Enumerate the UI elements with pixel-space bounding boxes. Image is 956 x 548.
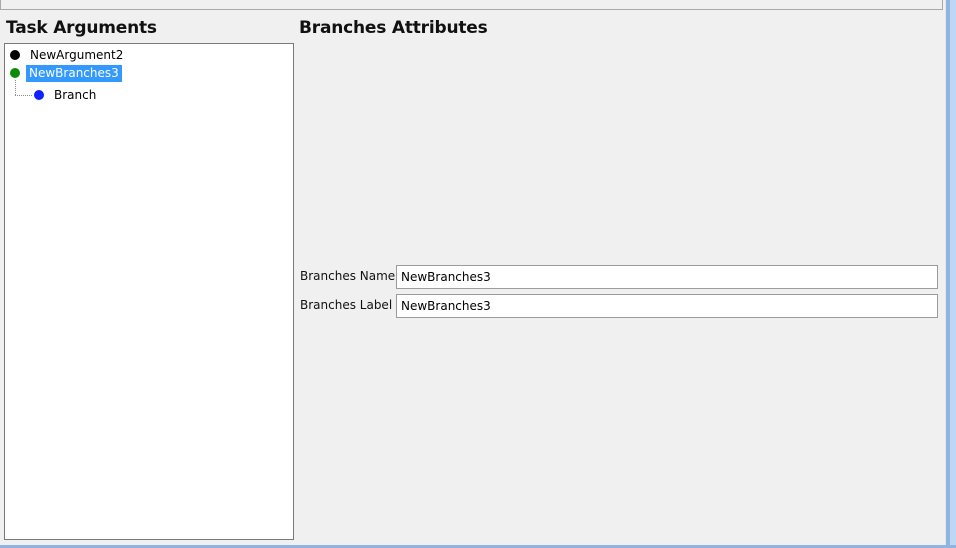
branches-name-label: Branches Name (300, 269, 396, 283)
top-separator (0, 0, 943, 10)
branches-attributes-window: Task Arguments Branches Attributes NewAr… (0, 0, 956, 548)
tree-connector-horizontal (15, 95, 32, 97)
tree-item-label: NewArgument2 (30, 48, 124, 62)
branches-label-label: Branches Label (300, 298, 393, 312)
branches-label-input[interactable] (396, 294, 938, 318)
green-circle-icon (10, 68, 20, 78)
branches-attributes-heading: Branches Attributes (299, 18, 488, 38)
right-window-frame (945, 0, 956, 548)
blue-circle-icon (34, 90, 44, 100)
task-arguments-tree[interactable]: NewArgument2 NewBranches3 Branch (4, 43, 294, 540)
black-circle-icon (10, 50, 20, 60)
task-arguments-heading: Task Arguments (6, 18, 157, 38)
tree-item-label: Branch (54, 88, 97, 102)
branches-name-row: Branches Name (298, 265, 940, 289)
branches-name-input[interactable] (396, 265, 938, 289)
tree-item-label-selected: NewBranches3 (26, 65, 122, 82)
tree-connector-vertical (15, 80, 17, 95)
branches-label-row: Branches Label (298, 294, 940, 318)
